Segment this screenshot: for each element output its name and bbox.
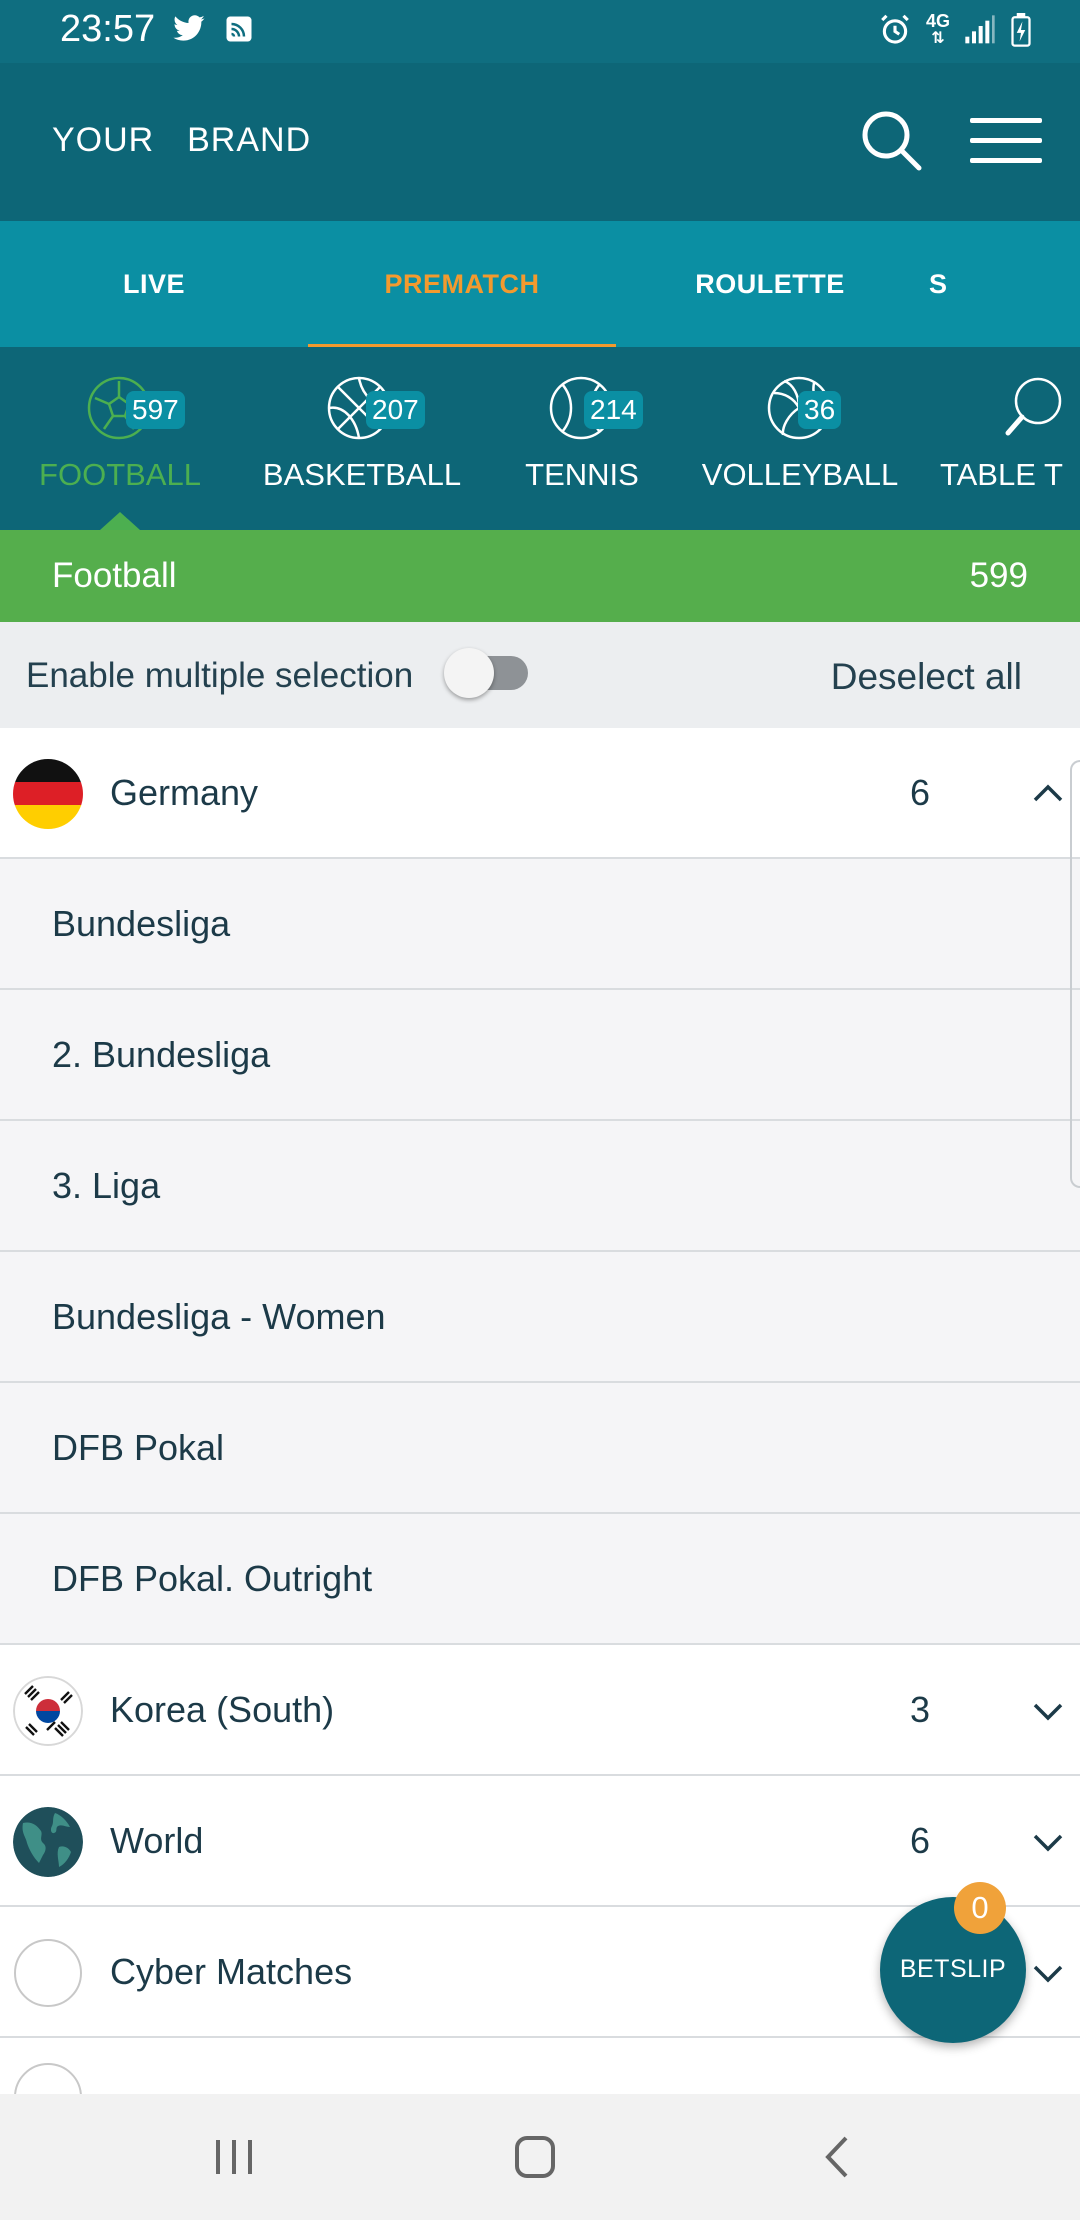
deselect-all-button[interactable]: Deselect all (831, 656, 1022, 698)
tab-live[interactable]: LIVE (0, 221, 308, 347)
country-list: Germany 6 Bundesliga 2. Bundesliga 3. Li… (0, 728, 1080, 2131)
league-row[interactable]: Bundesliga - Women (0, 1252, 1080, 1383)
multi-selection-label: Enable multiple selection (26, 656, 414, 695)
globe-icon (13, 1807, 83, 1877)
category-title: Football (52, 556, 177, 595)
sport-label: BASKETBALL (262, 457, 462, 492)
country-row-world[interactable]: World 6 (0, 1776, 1080, 1907)
back-icon[interactable] (810, 2132, 870, 2182)
betslip-label: BETSLIP (899, 1955, 1007, 1983)
category-header: Football 599 (0, 530, 1080, 622)
country-name: Germany (110, 772, 259, 813)
sport-tab-basketball[interactable]: 207 BASKETBALL (240, 347, 484, 530)
sport-tab-table-tennis[interactable]: TABLE T (920, 347, 1080, 530)
status-time: 23:57 (60, 8, 156, 50)
home-icon[interactable] (505, 2132, 565, 2182)
tab-more[interactable]: S (924, 221, 1080, 347)
country-name: World (110, 1820, 204, 1861)
scroll-indicator (1070, 760, 1080, 1188)
country-name: Korea (South) (110, 1689, 335, 1730)
sport-label: FOOTBALL (39, 457, 201, 492)
recent-apps-icon[interactable] (204, 2132, 264, 2182)
league-name: Bundesliga - Women (52, 1296, 386, 1337)
country-count: 3 (909, 1689, 931, 1730)
league-row[interactable]: 2. Bundesliga (0, 990, 1080, 1121)
league-name: 3. Liga (52, 1165, 161, 1206)
sport-tabs: 597 FOOTBALL 207 BASKETBALL 214 TENNIS 3… (0, 347, 1080, 530)
signal-icon (965, 15, 995, 44)
main-tabs: LIVE PREMATCH ROULETTE S (0, 221, 1080, 347)
sport-tab-tennis[interactable]: 214 TENNIS (484, 347, 680, 530)
league-name: Bundesliga (52, 903, 231, 944)
sport-tab-football[interactable]: 597 FOOTBALL (0, 347, 240, 530)
cast-icon (226, 16, 252, 42)
twitter-icon (173, 15, 205, 41)
selection-options: Enable multiple selection Deselect all (0, 622, 1080, 728)
country-count: 6 (909, 772, 931, 813)
empty-circle-icon (14, 1939, 82, 2007)
germany-flag-icon (13, 759, 83, 829)
hamburger-menu-icon[interactable] (970, 118, 1042, 164)
app-header: YOUR BRAND (0, 63, 1080, 221)
chevron-up-icon[interactable] (1030, 776, 1066, 812)
system-nav-bar (0, 2094, 1080, 2220)
table-tennis-icon (1005, 377, 1062, 436)
status-bar: 23:57 4G ⇅ (0, 0, 1080, 63)
betslip-count-badge: 0 (954, 1882, 1006, 1934)
tab-roulette[interactable]: ROULETTE (616, 221, 924, 347)
country-row-germany[interactable]: Germany 6 (0, 728, 1080, 859)
league-row[interactable]: 3. Liga (0, 1121, 1080, 1252)
category-count: 599 (969, 556, 1028, 595)
country-row-korea[interactable]: Korea (South) 3 (0, 1645, 1080, 1776)
sport-tab-volleyball[interactable]: 36 VOLLEYBALL (680, 347, 920, 530)
league-name: DFB Pokal. Outright (52, 1558, 373, 1599)
tab-prematch[interactable]: PREMATCH (308, 221, 616, 347)
south-korea-flag-icon (13, 1676, 83, 1746)
sport-count: 597 (126, 391, 185, 429)
league-row[interactable]: DFB Pokal (0, 1383, 1080, 1514)
sport-label: TENNIS (525, 457, 639, 492)
search-icon[interactable] (858, 107, 924, 173)
chevron-down-icon[interactable] (1030, 1693, 1066, 1729)
country-row-partial[interactable] (0, 2038, 1080, 2131)
sport-count: 214 (584, 391, 643, 429)
sport-label: VOLLEYBALL (701, 457, 899, 492)
sport-label: TABLE T (940, 457, 1063, 492)
league-row[interactable]: DFB Pokal. Outright (0, 1514, 1080, 1645)
league-name: 2. Bundesliga (52, 1034, 271, 1075)
chevron-down-icon[interactable] (1030, 1824, 1066, 1860)
alarm-icon (881, 14, 909, 44)
active-indicator (100, 512, 140, 530)
league-row[interactable]: Bundesliga (0, 859, 1080, 990)
country-name: Cyber Matches (110, 1951, 353, 1992)
battery-icon (1011, 13, 1031, 47)
toggle-knob[interactable] (444, 648, 494, 698)
network-type: 4G ⇅ (925, 11, 950, 47)
sport-count: 207 (366, 391, 425, 429)
chevron-down-icon[interactable] (1030, 1955, 1066, 1991)
brand-logo: YOUR BRAND (52, 121, 312, 159)
league-name: DFB Pokal (52, 1427, 225, 1468)
sport-count: 36 (798, 391, 842, 429)
country-count: 6 (909, 1820, 931, 1861)
betslip-button[interactable]: BETSLIP 0 (880, 1882, 1026, 2043)
